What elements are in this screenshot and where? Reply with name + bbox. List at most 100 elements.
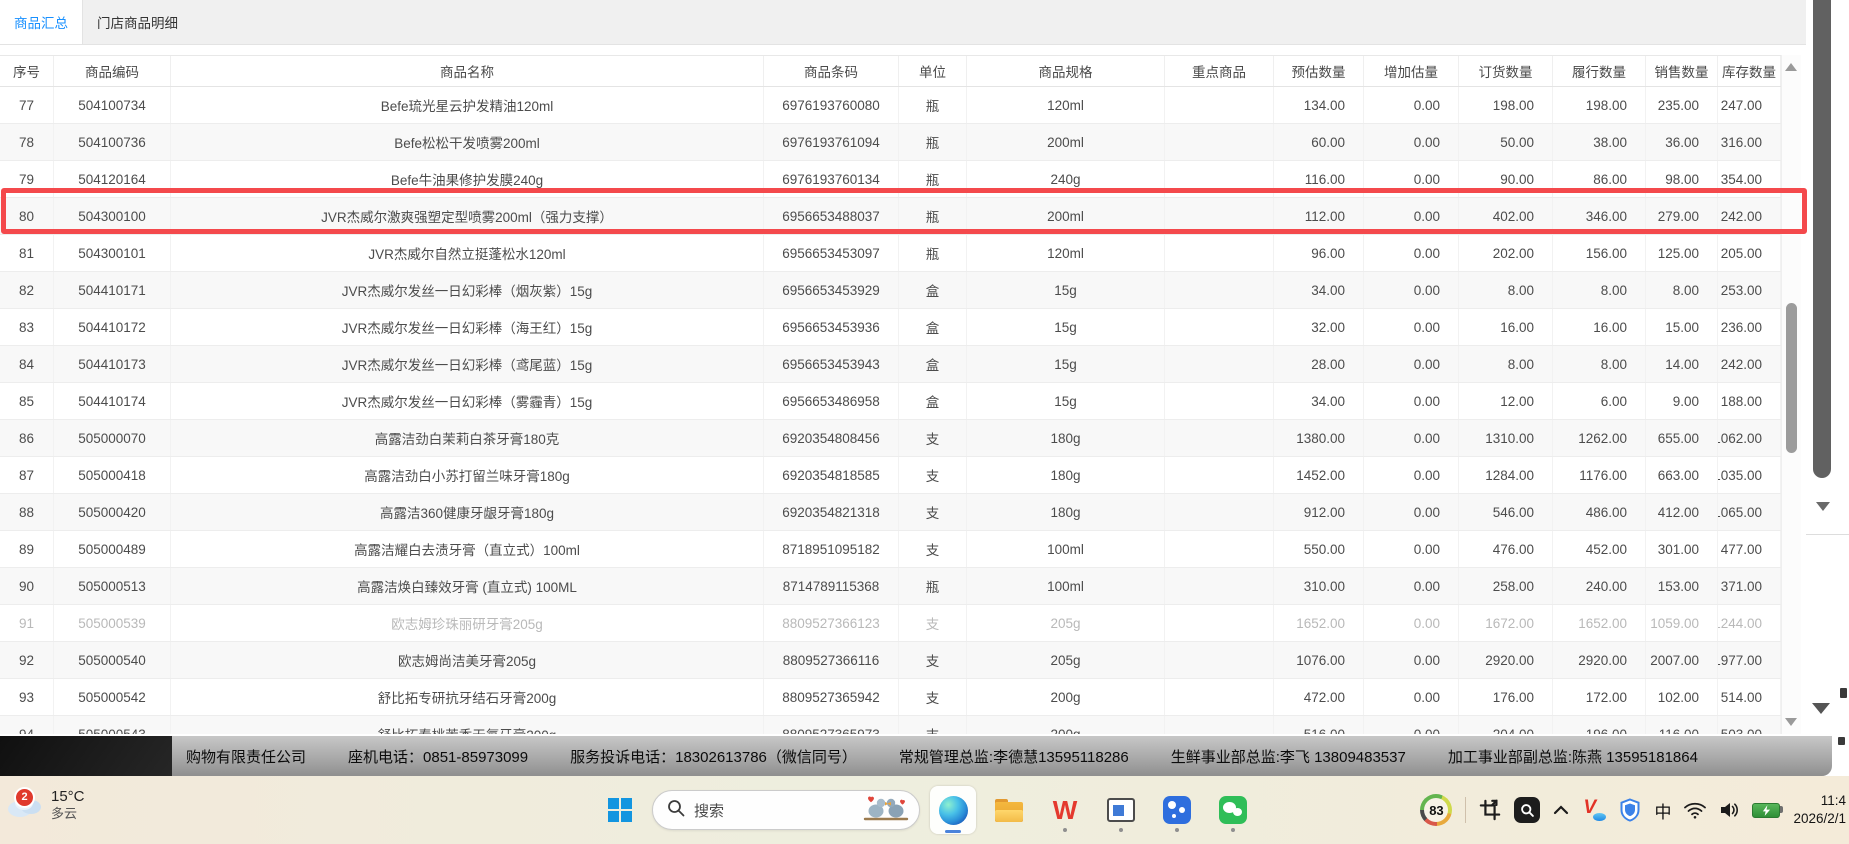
cell-sales: 8.00	[1646, 272, 1718, 308]
table-row-88[interactable]: 88505000420高露洁360健康牙龈牙膏180g6920354821318…	[0, 494, 1800, 531]
taskbar-app-wps[interactable]: W	[1042, 786, 1088, 834]
column-header-0[interactable]: 序号	[0, 56, 54, 86]
cell-code: 504410171	[54, 272, 171, 308]
table-row-77[interactable]: 77504100734Befe琉光星云护发精油120ml697619376008…	[0, 87, 1800, 124]
taskbar-app-dots[interactable]	[1154, 786, 1200, 834]
cell-stock: 1244.00	[1718, 605, 1781, 641]
column-header-12[interactable]: 库存数量	[1718, 56, 1781, 86]
search-icon	[667, 799, 685, 822]
cell-name: 高露洁焕白臻效牙膏 (直立式) 100ML	[171, 568, 764, 604]
cell-name: 舒比拓春桃茉香无氟牙膏200g	[171, 716, 764, 734]
cell-sales: 125.00	[1646, 235, 1718, 271]
column-header-8[interactable]: 增加估量	[1364, 56, 1459, 86]
table-row-81[interactable]: 81504300101JVR杰威尔自然立挺蓬松水120ml69566534530…	[0, 235, 1800, 272]
taskbar-app-edge[interactable]	[930, 786, 976, 834]
product-table: 序号商品编码商品名称商品条码单位商品规格重点商品预估数量增加估量订货数量履行数量…	[0, 55, 1800, 734]
hidden-icons-chevron-icon[interactable]	[1553, 804, 1569, 816]
cell-barcode: 6976193761094	[764, 124, 899, 160]
column-header-4[interactable]: 单位	[899, 56, 967, 86]
cell-est: 1652.00	[1274, 605, 1364, 641]
table-row-92[interactable]: 92505000540欧志姆尚洁美牙膏205g8809527366116支205…	[0, 642, 1800, 679]
clock-date: 2026/2/1	[1793, 810, 1846, 828]
cell-name: 高露洁劲白茉莉白茶牙膏180克	[171, 420, 764, 456]
table-row-82[interactable]: 82504410171JVR杰威尔发丝一日幻彩棒（烟灰紫）15g69566534…	[0, 272, 1800, 309]
battery-charging-icon[interactable]	[1752, 803, 1780, 818]
cell-spec: 180g	[967, 494, 1165, 530]
cell-add: 0.00	[1364, 568, 1459, 604]
clock[interactable]: 11:4 2026/2/1	[1793, 792, 1846, 827]
cell-unit: 支	[899, 679, 967, 715]
cell-order: 202.00	[1459, 235, 1553, 271]
security-shield-icon[interactable]	[1619, 798, 1641, 822]
column-header-2[interactable]: 商品名称	[171, 56, 764, 86]
search-input[interactable]: 搜索	[652, 790, 920, 830]
black-search-tool-icon[interactable]	[1514, 797, 1540, 823]
cell-stock: 477.00	[1718, 531, 1781, 567]
ime-indicator[interactable]: 中	[1654, 798, 1671, 823]
score-ring-icon[interactable]: 83	[1420, 794, 1452, 826]
cell-barcode: 8809527365942	[764, 679, 899, 715]
table-row-83[interactable]: 83504410172JVR杰威尔发丝一日幻彩棒（海王红）15g69566534…	[0, 309, 1800, 346]
column-header-10[interactable]: 履行数量	[1553, 56, 1646, 86]
cell-fulfill: 240.00	[1553, 568, 1646, 604]
column-header-1[interactable]: 商品编码	[54, 56, 171, 86]
table-row-79[interactable]: 79504120164Befe牛油果修护发膜240g6976193760134瓶…	[0, 161, 1800, 198]
cell-add: 0.00	[1364, 383, 1459, 419]
outer-scroll-down-arrow-icon[interactable]	[1816, 502, 1830, 511]
footer-complaint-phone: 服务投诉电话：18302613786（微信同号）	[570, 746, 857, 767]
cell-add: 0.00	[1364, 716, 1459, 734]
table-row-91[interactable]: 91505000539欧志姆珍珠丽研牙膏205g8809527366123支20…	[0, 605, 1800, 642]
table-row-93[interactable]: 93505000542舒比拓专研抗牙结石牙膏200g8809527365942支…	[0, 679, 1800, 716]
cell-fulfill: 1652.00	[1553, 605, 1646, 641]
cell-code: 505000420	[54, 494, 171, 530]
cell-name: 欧志姆珍珠丽研牙膏205g	[171, 605, 764, 641]
table-row-87[interactable]: 87505000418高露洁劲白小苏打留兰味牙膏180g692035481858…	[0, 457, 1800, 494]
scroll-up-arrow-icon[interactable]	[1785, 63, 1797, 71]
column-header-5[interactable]: 商品规格	[967, 56, 1165, 86]
table-row-90[interactable]: 90505000513高露洁焕白臻效牙膏 (直立式) 100ML87147891…	[0, 568, 1800, 605]
outer-scroll-bottom-arrow-icon[interactable]	[1812, 703, 1830, 714]
weather-widget[interactable]: 2 15°C 多云	[6, 788, 85, 822]
taskbar-app-window[interactable]	[1098, 786, 1144, 834]
cell-key	[1165, 161, 1274, 197]
v-app-icon[interactable]: V	[1582, 797, 1606, 823]
crop-tool-icon[interactable]	[1479, 799, 1501, 821]
tab-store-product-detail[interactable]: 门店商品明细	[83, 0, 192, 44]
cell-sales: 663.00	[1646, 457, 1718, 493]
cell-stock: 316.00	[1718, 124, 1781, 160]
table-row-78[interactable]: 78504100736Befe松松干发喷雾200ml6976193761094瓶…	[0, 124, 1800, 161]
taskbar-app-file-explorer[interactable]	[986, 786, 1032, 834]
table-row-86[interactable]: 86505000070高露洁劲白茉莉白茶牙膏180克6920354808456支…	[0, 420, 1800, 457]
cell-barcode: 6956653453097	[764, 235, 899, 271]
column-header-3[interactable]: 商品条码	[764, 56, 899, 86]
cell-unit: 支	[899, 531, 967, 567]
cell-code: 504410172	[54, 309, 171, 345]
outer-scrollbar-thumb[interactable]	[1813, 0, 1831, 478]
taskbar-app-wechat[interactable]	[1210, 786, 1256, 834]
column-header-6[interactable]: 重点商品	[1165, 56, 1274, 86]
table-row-80[interactable]: 80504300100JVR杰威尔激爽强塑定型喷雾200ml（强力支撑）6956…	[0, 198, 1800, 235]
scroll-down-arrow-icon[interactable]	[1785, 718, 1797, 726]
cell-stock: 1035.00	[1718, 457, 1781, 493]
cell-add: 0.00	[1364, 87, 1459, 123]
cell-key	[1165, 383, 1274, 419]
start-button[interactable]	[598, 788, 642, 832]
cell-fulfill: 6.00	[1553, 383, 1646, 419]
footer-black-block	[0, 736, 172, 776]
table-row-85[interactable]: 85504410174JVR杰威尔发丝一日幻彩棒（雾霾青）15g69566534…	[0, 383, 1800, 420]
cell-sales: 98.00	[1646, 161, 1718, 197]
cell-add: 0.00	[1364, 679, 1459, 715]
volume-icon[interactable]	[1719, 801, 1739, 819]
table-row-84[interactable]: 84504410173JVR杰威尔发丝一日幻彩棒（鸢尾蓝）15g69566534…	[0, 346, 1800, 383]
column-header-9[interactable]: 订货数量	[1459, 56, 1553, 86]
table-scrollbar[interactable]	[1781, 55, 1801, 734]
table-row-89[interactable]: 89505000489高露洁耀白去渍牙膏（直立式）100ml8718951095…	[0, 531, 1800, 568]
column-header-11[interactable]: 销售数量	[1646, 56, 1718, 86]
table-row-94[interactable]: 94505000543舒比拓春桃茉香无氟牙膏200g8809527365973支…	[0, 716, 1800, 734]
cell-barcode: 6976193760080	[764, 87, 899, 123]
column-header-7[interactable]: 预估数量	[1274, 56, 1364, 86]
tab-product-summary[interactable]: 商品汇总	[0, 0, 83, 44]
table-scrollbar-thumb[interactable]	[1786, 303, 1797, 453]
wifi-icon[interactable]	[1684, 802, 1706, 819]
cell-barcode: 6920354821318	[764, 494, 899, 530]
